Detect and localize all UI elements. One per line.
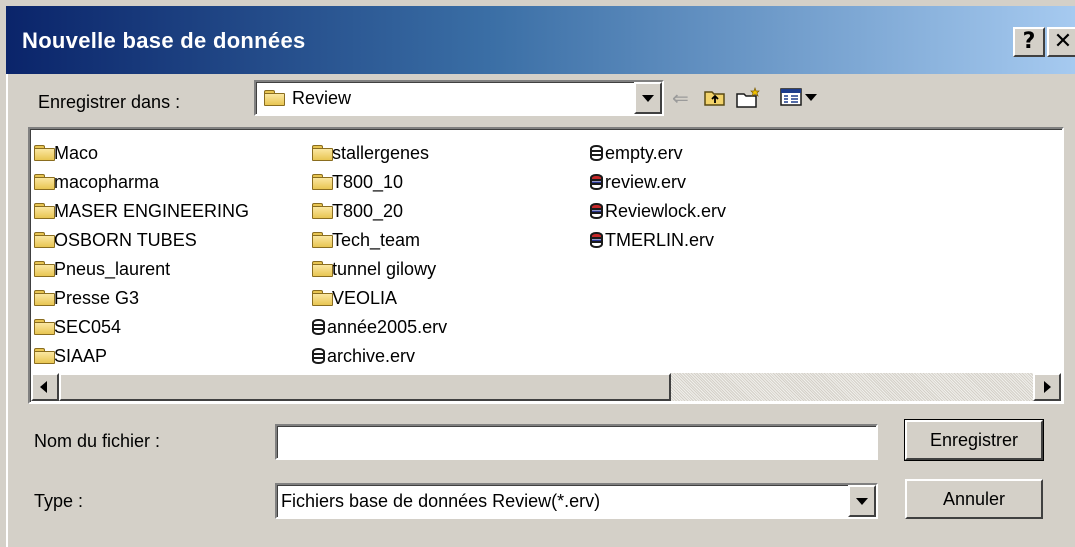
file-column-1: Maco macopharma MASER ENGINEERING OSBORN TU… — [34, 139, 249, 371]
list-item[interactable]: SEC054 — [34, 313, 249, 342]
folder-icon — [312, 290, 333, 306]
database-file-icon — [590, 203, 603, 219]
file-column-3: empty.erv review.erv Reviewlock.erv TMERLIN… — [590, 139, 726, 255]
list-item[interactable]: review.erv — [590, 168, 726, 197]
folder-icon — [34, 203, 55, 219]
list-item[interactable]: archive.erv — [312, 342, 447, 371]
list-item-label: SEC054 — [54, 317, 122, 337]
save-in-dropdown-button[interactable] — [634, 82, 662, 114]
save-button[interactable]: Enregistrer — [904, 419, 1044, 461]
filetype-label: Type : — [34, 491, 84, 511]
list-item-label: Presse G3 — [54, 288, 140, 308]
list-item-label: SIAAP — [54, 346, 108, 366]
list-item[interactable]: empty.erv — [590, 139, 726, 168]
database-file-icon — [312, 348, 325, 364]
scrollbar-thumb[interactable] — [59, 373, 671, 401]
arrow-left-icon — [40, 381, 47, 393]
list-item-label: tunnel gilowy — [332, 259, 437, 279]
list-item-label: Tech_team — [332, 230, 421, 250]
list-item[interactable]: Presse G3 — [34, 284, 249, 313]
folder-icon — [34, 348, 55, 364]
title-bar[interactable]: Nouvelle base de données ? ✕ — [6, 6, 1075, 74]
folder-icon — [312, 232, 333, 248]
list-item[interactable]: T800_10 — [312, 168, 447, 197]
list-item-label: VEOLIA — [332, 288, 398, 308]
close-button[interactable]: ✕ — [1047, 27, 1075, 57]
file-column-2: stallergenes T800_10 T800_20 Tech_teamtunne… — [312, 139, 447, 371]
arrow-right-icon — [1044, 381, 1051, 393]
list-item-label: Pneus_laurent — [54, 259, 171, 279]
database-file-icon — [590, 174, 603, 190]
filename-label: Nom du fichier : — [34, 431, 161, 451]
list-item-label: stallergenes — [332, 143, 430, 163]
folder-icon — [312, 261, 333, 277]
list-item[interactable]: année2005.erv — [312, 313, 447, 342]
list-item-label: année2005.erv — [327, 317, 448, 337]
list-item-label: MASER ENGINEERING — [54, 201, 250, 221]
list-item-label: T800_10 — [332, 172, 404, 192]
list-item-label: archive.erv — [327, 346, 416, 366]
scroll-right-button[interactable] — [1033, 373, 1061, 401]
list-item-label: review.erv — [605, 172, 687, 192]
list-item[interactable]: MASER ENGINEERING — [34, 197, 249, 226]
list-item[interactable]: OSBORN TUBES — [34, 226, 249, 255]
close-icon: ✕ — [1053, 29, 1073, 54]
list-item[interactable]: Pneus_laurent — [34, 255, 249, 284]
list-item-label: empty.erv — [605, 143, 683, 163]
list-item-label: Reviewlock.erv — [605, 201, 727, 221]
up-folder-icon[interactable] — [704, 87, 726, 109]
views-menu-icon[interactable] — [780, 87, 822, 109]
folder-icon — [34, 145, 55, 161]
folder-icon — [34, 232, 55, 248]
folder-icon — [312, 203, 333, 219]
filetype-dropdown-button[interactable] — [848, 485, 876, 517]
chevron-down-icon — [642, 95, 654, 102]
database-file-icon — [590, 145, 603, 161]
help-button[interactable]: ? — [1013, 27, 1045, 57]
filename-input[interactable] — [275, 424, 878, 460]
save-in-label: Enregistrer dans : — [38, 92, 181, 112]
list-item-label: TMERLIN.erv — [605, 230, 715, 250]
list-item[interactable]: tunnel gilowy — [312, 255, 447, 284]
list-item[interactable]: SIAAP — [34, 342, 249, 371]
back-arrow-icon[interactable]: ⇐ — [672, 87, 689, 109]
horizontal-scrollbar[interactable] — [31, 373, 1061, 401]
list-item[interactable]: T800_20 — [312, 197, 447, 226]
save-in-value: Review — [292, 88, 352, 108]
list-item[interactable]: TMERLIN.erv — [590, 226, 726, 255]
list-item-label: macopharma — [54, 172, 160, 192]
folder-icon — [264, 90, 285, 106]
folder-icon — [312, 174, 333, 190]
list-item-label: OSBORN TUBES — [54, 230, 197, 250]
folder-icon — [312, 145, 333, 161]
new-folder-icon[interactable] — [736, 86, 762, 109]
file-list[interactable]: Maco macopharma MASER ENGINEERING OSBORN TU… — [28, 127, 1064, 404]
folder-icon — [34, 319, 55, 335]
list-item[interactable]: Maco — [34, 139, 249, 168]
folder-icon — [34, 290, 55, 306]
cancel-button[interactable]: Annuler — [905, 479, 1043, 519]
database-file-icon — [312, 319, 325, 335]
list-item[interactable]: stallergenes — [312, 139, 447, 168]
filetype-value: Fichiers base de données Review(*.erv) — [281, 491, 601, 511]
save-in-combo[interactable]: Review — [254, 80, 664, 116]
scroll-left-button[interactable] — [31, 373, 59, 401]
list-item[interactable]: VEOLIA — [312, 284, 447, 313]
list-item[interactable]: macopharma — [34, 168, 249, 197]
filetype-combo[interactable]: Fichiers base de données Review(*.erv) — [275, 483, 878, 519]
folder-icon — [34, 174, 55, 190]
list-item[interactable]: Tech_team — [312, 226, 447, 255]
list-item[interactable]: Reviewlock.erv — [590, 197, 726, 226]
list-item-label: Maco — [54, 143, 99, 163]
database-file-icon — [590, 232, 603, 248]
chevron-down-icon — [856, 498, 868, 505]
folder-icon — [34, 261, 55, 277]
dialog-title: Nouvelle base de données — [22, 28, 306, 53]
list-item-label: T800_20 — [332, 201, 404, 221]
